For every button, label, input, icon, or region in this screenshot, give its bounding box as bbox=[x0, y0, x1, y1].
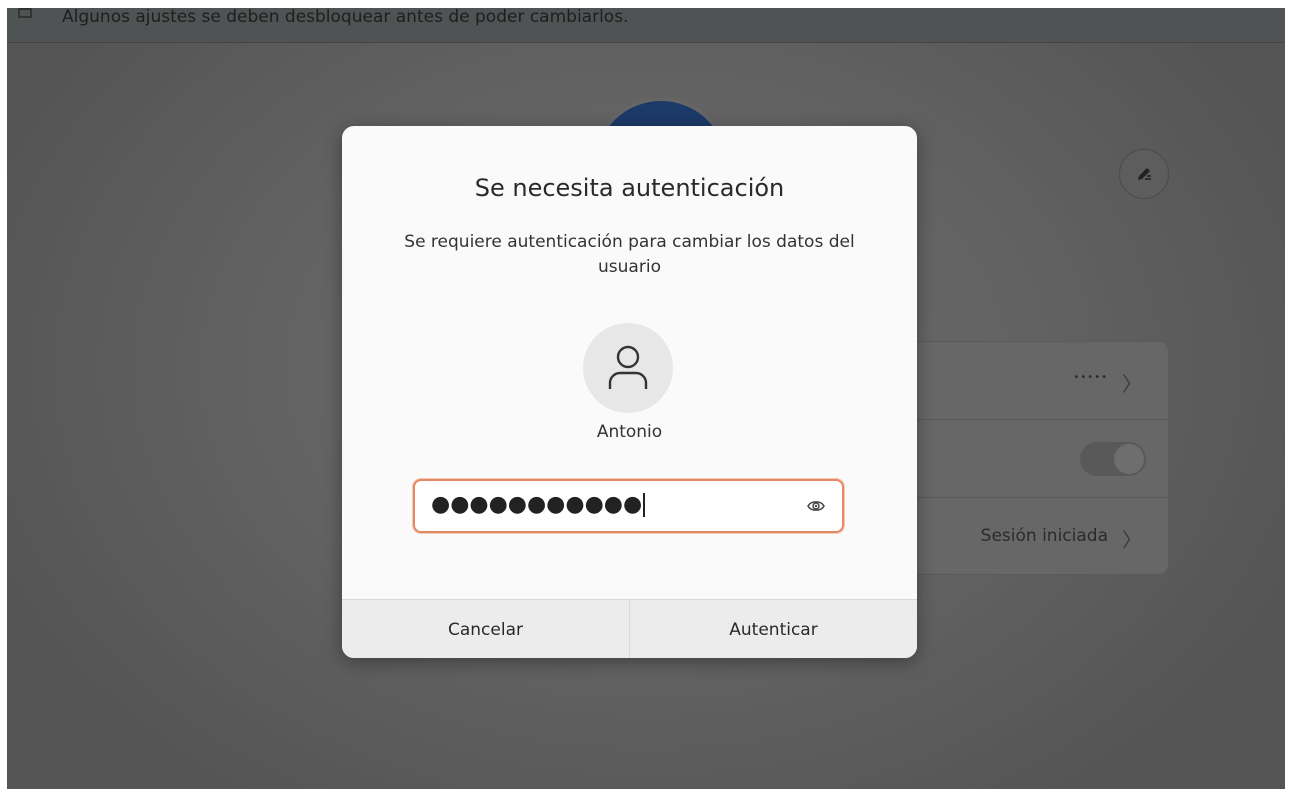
password-dots: ●●●●●●●●●●● bbox=[431, 492, 646, 518]
toggle-knob bbox=[1114, 444, 1144, 474]
autologin-toggle[interactable] bbox=[1080, 442, 1146, 476]
user-name: Antonio bbox=[596, 422, 663, 442]
authenticate-button[interactable]: Autenticar bbox=[629, 600, 917, 658]
user-icon bbox=[608, 345, 648, 389]
password-text: ●●●●●●●●●●● bbox=[431, 492, 643, 517]
edit-avatar-button[interactable] bbox=[1119, 149, 1169, 199]
activity-value: Sesión iniciada bbox=[980, 526, 1108, 546]
pencil-icon bbox=[1138, 168, 1151, 180]
dialog-button-bar: Cancelar Autenticar bbox=[342, 599, 917, 658]
password-field[interactable]: ●●●●●●●●●●● bbox=[413, 479, 844, 533]
eye-icon bbox=[807, 501, 825, 511]
lock-icon bbox=[18, 8, 32, 18]
authentication-dialog: Se necesita autenticación Se requiere au… bbox=[342, 126, 917, 658]
text-caret bbox=[643, 493, 646, 517]
show-password-button[interactable] bbox=[804, 494, 828, 518]
chevron-right-icon: 〉 bbox=[1122, 528, 1142, 552]
user-avatar bbox=[583, 323, 673, 413]
password-value: ••••• bbox=[1073, 372, 1108, 383]
dialog-title: Se necesita autenticación bbox=[474, 174, 785, 202]
activity-row[interactable]: Sesión iniciada 〉 bbox=[903, 498, 1168, 574]
cancel-button[interactable]: Cancelar bbox=[342, 600, 629, 658]
dialog-message: Se requiere autenticación para cambiar l… bbox=[404, 232, 855, 277]
banner-text: Algunos ajustes se deben desbloquear ant… bbox=[62, 8, 629, 27]
settings-list: ••••• 〉 Sesión iniciada 〉 bbox=[902, 341, 1169, 575]
autologin-row bbox=[903, 420, 1168, 498]
info-banner: Algunos ajustes se deben desbloquear ant… bbox=[7, 8, 1285, 43]
chevron-right-icon: 〉 bbox=[1122, 372, 1142, 396]
password-row[interactable]: ••••• 〉 bbox=[903, 342, 1168, 420]
